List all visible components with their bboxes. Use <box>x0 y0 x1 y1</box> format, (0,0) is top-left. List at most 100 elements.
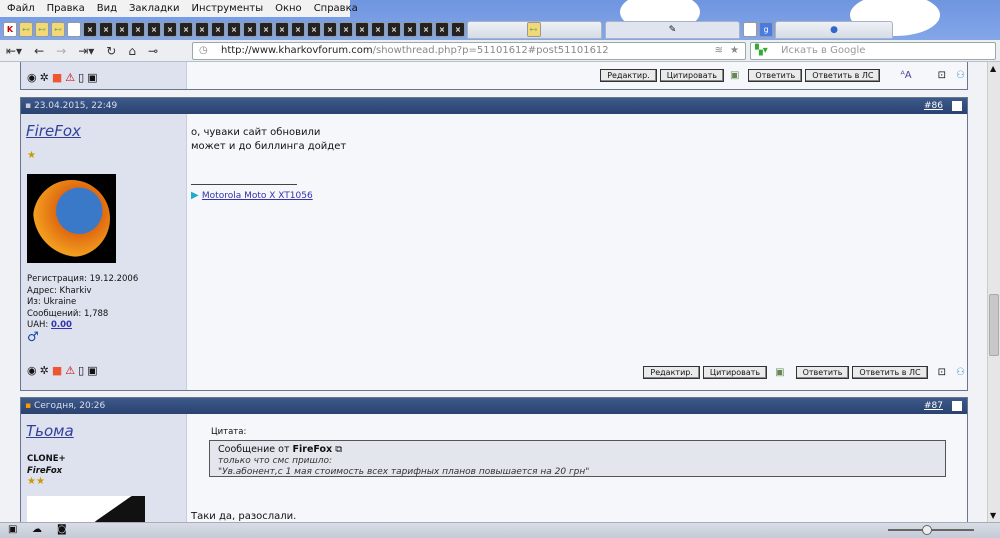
user-msg-icon[interactable]: ⚇ <box>956 70 965 81</box>
quote-button[interactable]: Цитировать <box>659 69 724 82</box>
pinned-tab-icon[interactable]: ⩙ <box>163 22 177 37</box>
pinned-tab-icon[interactable]: ⩙ <box>403 22 417 37</box>
menu-help[interactable]: Справка <box>314 3 358 14</box>
bookmark-key-icon[interactable]: ⊷ <box>51 22 65 37</box>
report-icon[interactable]: ⊡ <box>938 367 946 378</box>
tab-list-icon[interactable]: ▾ <box>920 24 925 35</box>
pinned-tab-icon[interactable]: ⩙ <box>435 22 449 37</box>
google-icon[interactable]: g <box>759 22 773 37</box>
camera-icon[interactable]: ◙ <box>57 524 67 535</box>
forward-icon[interactable]: → <box>56 44 66 58</box>
pinned-tab-icon[interactable]: ⩙ <box>451 22 465 37</box>
translate-icon[interactable]: ᴬA <box>900 70 911 81</box>
reply-pm-button[interactable]: Ответить в ЛС <box>805 69 881 82</box>
quote-author: FireFox <box>292 444 333 455</box>
menu-bookmarks[interactable]: Закладки <box>129 3 180 14</box>
status-bar: ▣ ☁ ◙ <box>0 522 1000 538</box>
bookmark-star-icon[interactable]: ★ <box>730 43 739 59</box>
coffee-icon[interactable]: ☕ <box>743 22 757 37</box>
uah-link[interactable]: 0.00 <box>51 320 72 330</box>
menu-view[interactable]: Вид <box>97 3 117 14</box>
post-number-link[interactable]: #86 <box>924 98 943 114</box>
page-icon: ✎ <box>668 24 677 35</box>
back-icon[interactable]: ← <box>34 44 44 58</box>
pinned-tab-icon[interactable]: ⩙ <box>419 22 433 37</box>
cards-icon: ■ <box>51 71 63 84</box>
reply-button[interactable]: Ответить <box>748 69 803 82</box>
pinned-tab-icon[interactable]: ⩙ <box>147 22 161 37</box>
site-identity-icon: ◷ <box>199 45 208 56</box>
multiquote-icon[interactable]: ▣ <box>775 367 784 378</box>
home-icon[interactable]: ⌂ <box>128 44 136 58</box>
scroll-down-icon[interactable]: ▼ <box>990 511 996 520</box>
post-number-link[interactable]: #87 <box>924 398 943 414</box>
network-icon: ✲ <box>39 71 49 84</box>
pinned-tab-icon[interactable]: ⩙ <box>323 22 337 37</box>
tab-bar: K ⊷ ⊷ ⊷ ⩙ ⩙ ⩙ ⩙ ⩙ ⩙ ⩙ ⩙ ⩙ ⩙ ⩙ ⩙ ⩙ ⩙ ⩙ ⩙ ⩙ ⩙ ⩙ ⩙ ⩙ ⩙ ⩙ ⩙ ⊷ ✎ ☕ g… <box>0 19 1000 40</box>
edit-button[interactable]: Редактир. <box>600 69 657 82</box>
menu-tools[interactable]: Инструменты <box>192 3 264 14</box>
menu-edit[interactable]: Правка <box>47 3 85 14</box>
vertical-scrollbar[interactable]: ▲ ▼ <box>987 62 1000 522</box>
pinned-tab-icon[interactable]: ⩙ <box>179 22 193 37</box>
menu-file[interactable]: Файл <box>7 3 35 14</box>
edit-button[interactable]: Редактир. <box>643 366 700 379</box>
pinned-tab-icon[interactable]: ⩙ <box>371 22 385 37</box>
select-checkbox[interactable] <box>952 401 962 411</box>
pinned-tab-icon[interactable]: ⩙ <box>307 22 321 37</box>
pinned-tab-icon[interactable]: ⩙ <box>339 22 353 37</box>
reply-button[interactable]: Ответить <box>795 366 850 379</box>
panel-icon[interactable]: ▣ <box>8 524 17 535</box>
pinned-tab-icon[interactable]: ⩙ <box>195 22 209 37</box>
user-title: CLONE+ <box>27 454 66 464</box>
select-checkbox[interactable] <box>952 101 962 111</box>
pinned-tab-icon[interactable]: ⩙ <box>355 22 369 37</box>
pinned-tab-icon[interactable]: ⩙ <box>243 22 257 37</box>
user-msg-icon[interactable]: ⚇ <box>956 367 965 378</box>
pinned-tab-icon[interactable]: ⩙ <box>131 22 145 37</box>
first-page-icon[interactable]: ⇤▾ <box>6 44 22 58</box>
fast-forward-icon[interactable]: ⇥▾ <box>78 44 94 58</box>
pinned-tab-icon[interactable]: ⩙ <box>99 22 113 37</box>
scrollbar-thumb[interactable] <box>989 294 999 356</box>
zoom-slider[interactable] <box>888 525 974 535</box>
pinned-tab-icon[interactable]: ⩙ <box>291 22 305 37</box>
tab-globe[interactable]: ● <box>775 20 893 39</box>
username-link[interactable]: Тьома <box>26 422 74 440</box>
menu-window[interactable]: Окно <box>275 3 302 14</box>
quote-button[interactable]: Цитировать <box>702 366 768 379</box>
pinned-tab-icon[interactable]: ⩙ <box>83 22 97 37</box>
cards-icon: ■ <box>51 364 63 377</box>
scroll-up-icon[interactable]: ▲ <box>990 64 996 73</box>
multiquote-icon[interactable]: ▣ <box>730 70 739 81</box>
username-link[interactable]: FireFox <box>26 122 81 140</box>
rss-icon[interactable]: ≋ <box>715 43 723 59</box>
tab-active[interactable]: ✎ <box>605 20 740 39</box>
tab-key[interactable]: ⊷ <box>467 20 602 39</box>
bookmark-page-icon[interactable] <box>67 22 81 37</box>
pinned-tab-icon[interactable]: ⩙ <box>115 22 129 37</box>
reply-pm-button[interactable]: Ответить в ЛС <box>852 366 928 379</box>
post-86: ▪ 23.04.2015, 22:49 #86 FireFox ★ Регистр… <box>20 97 968 391</box>
signature-link[interactable]: Motorola Moto X XT1056 <box>202 191 313 201</box>
google-engine-icon[interactable]: ▚▾ <box>755 43 768 59</box>
cloud-icon[interactable]: ☁ <box>32 524 42 535</box>
pinned-tab-icon[interactable]: ⩙ <box>275 22 289 37</box>
pinned-tab-icon[interactable]: ⩙ <box>211 22 225 37</box>
report-icon[interactable]: ⊡ <box>938 70 946 81</box>
key-icon[interactable]: ⊸ <box>148 44 158 58</box>
pinned-tab-icon[interactable]: ⩙ <box>227 22 241 37</box>
bookmark-key-icon[interactable]: ⊷ <box>35 22 49 37</box>
url-input[interactable]: ◷ http://www.kharkovforum.com/showthread.… <box>192 42 746 60</box>
pinned-tab-icon[interactable]: ⩙ <box>387 22 401 37</box>
reload-icon[interactable]: ↻ <box>106 44 116 58</box>
bookmark-key-icon[interactable]: ⊷ <box>19 22 33 37</box>
search-input[interactable]: ▚▾ Искать в Google <box>750 42 996 60</box>
post-date: 23.04.2015, 22:49 <box>33 101 118 111</box>
quote-box: Сообщение от FireFox ⧉ только что смс пр… <box>209 440 946 477</box>
new-tab-icon[interactable]: + <box>900 22 912 38</box>
quote-from: Сообщение от <box>218 444 293 455</box>
bookmark-k-icon[interactable]: K <box>3 22 17 37</box>
view-post-icon[interactable]: ⧉ <box>335 444 342 455</box>
pinned-tab-icon[interactable]: ⩙ <box>259 22 273 37</box>
